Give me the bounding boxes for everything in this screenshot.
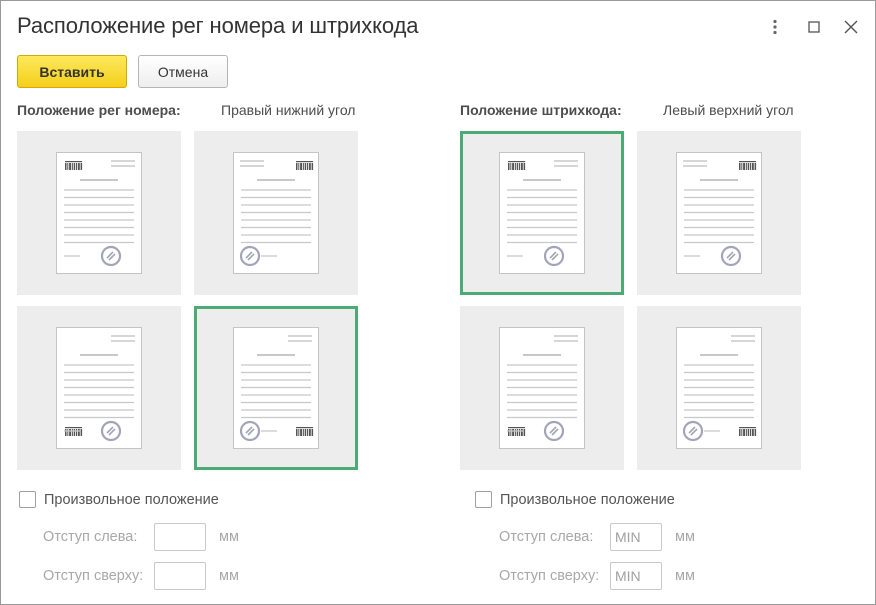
unit-label: мм: [219, 529, 239, 545]
document-icon: [56, 152, 142, 274]
insert-button[interactable]: Вставить: [17, 55, 127, 88]
document-icon: [499, 327, 585, 449]
reg-number-tile-top-right[interactable]: [194, 131, 358, 295]
stamp-icon: [543, 420, 565, 442]
checkbox-box[interactable]: [19, 491, 36, 508]
reg-number-tile-top-left[interactable]: [17, 131, 181, 295]
checkbox-label: Произвольное положение: [500, 491, 675, 508]
maximize-icon[interactable]: [802, 15, 826, 39]
barcode-tile-top-left[interactable]: [460, 131, 624, 295]
stamp-icon: [239, 245, 261, 267]
cancel-button[interactable]: Отмена: [138, 55, 228, 88]
checkbox-box[interactable]: [475, 491, 492, 508]
barcode-value: Левый верхний угол: [663, 102, 794, 118]
reg-number-offset-top-input[interactable]: [154, 562, 206, 590]
stamp-icon: [100, 245, 122, 267]
stamp-icon: [682, 420, 704, 442]
barcode-offset-left-input[interactable]: [610, 523, 662, 551]
reg-number-offset-left-label: Отступ слева:: [43, 529, 138, 545]
document-icon: [233, 152, 319, 274]
reg-number-offset-top-label: Отступ сверху:: [43, 568, 144, 584]
reg-number-tile-bottom-right[interactable]: [194, 306, 358, 470]
document-icon: [233, 327, 319, 449]
stamp-icon: [239, 420, 261, 442]
reg-number-offset-left-input[interactable]: [154, 523, 206, 551]
barcode-tile-top-right[interactable]: [637, 131, 801, 295]
document-icon: [676, 152, 762, 274]
barcode-offset-left-label: Отступ слева:: [499, 529, 594, 545]
reg-number-value: Правый нижний угол: [221, 102, 356, 118]
document-icon: [676, 327, 762, 449]
reg-number-label: Положение рег номера:: [17, 102, 181, 118]
reg-number-custom-position-checkbox[interactable]: Произвольное положение: [19, 491, 219, 508]
more-icon[interactable]: [763, 15, 787, 39]
unit-label: мм: [219, 568, 239, 584]
unit-label: мм: [675, 568, 695, 584]
document-icon: [499, 152, 585, 274]
unit-label: мм: [675, 529, 695, 545]
barcode-offset-top-input[interactable]: [610, 562, 662, 590]
close-icon[interactable]: [839, 15, 863, 39]
barcode-offset-top-label: Отступ сверху:: [499, 568, 600, 584]
checkbox-label: Произвольное положение: [44, 491, 219, 508]
barcode-label: Положение штрихкода:: [460, 102, 622, 118]
dialog-title: Расположение рег номера и штрихкода: [17, 13, 419, 38]
barcode-tile-bottom-right[interactable]: [637, 306, 801, 470]
barcode-tile-bottom-left[interactable]: [460, 306, 624, 470]
stamp-icon: [543, 245, 565, 267]
dialog-window: Расположение рег номера и штрихкода Вста…: [0, 0, 876, 605]
stamp-icon: [720, 245, 742, 267]
stamp-icon: [100, 420, 122, 442]
document-icon: [56, 327, 142, 449]
barcode-custom-position-checkbox[interactable]: Произвольное положение: [475, 491, 675, 508]
reg-number-tile-bottom-left[interactable]: [17, 306, 181, 470]
